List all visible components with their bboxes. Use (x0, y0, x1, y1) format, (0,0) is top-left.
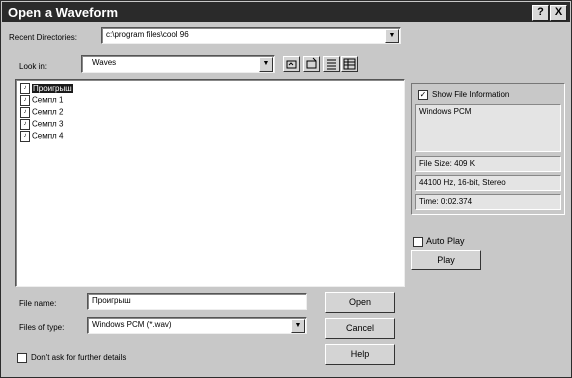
wave-file-icon: ♪ (20, 119, 30, 130)
audio-format-info: 44100 Hz, 16-bit, Stereo (415, 175, 561, 191)
recent-directories-label: Recent Directories: (9, 33, 78, 42)
list-item[interactable]: ♪ Семпл 1 (20, 95, 64, 106)
cancel-button[interactable]: Cancel (325, 318, 395, 339)
file-size-info: File Size: 409 K (415, 156, 561, 172)
files-of-type-label: Files of type: (19, 323, 65, 332)
chevron-down-icon[interactable]: ▼ (259, 57, 273, 72)
look-in-label: Look in: (19, 62, 48, 71)
time-info: Time: 0:02.374 (415, 194, 561, 210)
file-name-label: File name: (19, 299, 57, 308)
files-of-type-value: Windows PCM (*.wav) (92, 320, 172, 329)
wave-file-icon: ♪ (20, 131, 30, 142)
wave-file-icon: ♪ (20, 83, 30, 94)
format-text: Windows PCM (419, 107, 472, 116)
look-in-value: Waves (92, 58, 117, 67)
recent-directories-combo[interactable]: c:\program files\cool 96 ▼ (101, 27, 401, 44)
file-name: Семпл 4 (32, 131, 64, 141)
file-size-text: File Size: 409 K (419, 159, 476, 168)
dialog-title: Open a Waveform (8, 5, 119, 20)
new-folder-icon[interactable] (303, 56, 320, 72)
list-item[interactable]: ♪ Проигрыш (20, 83, 73, 94)
recent-directories-value: c:\program files\cool 96 (106, 30, 189, 39)
list-view-icon[interactable] (323, 56, 340, 72)
files-of-type-combo[interactable]: Windows PCM (*.wav) ▼ (87, 317, 307, 334)
up-folder-icon[interactable] (283, 56, 300, 72)
time-text: Time: 0:02.374 (419, 197, 473, 206)
format-info: Windows PCM (415, 104, 561, 152)
dont-ask-checkbox[interactable] (17, 353, 27, 363)
look-in-combo[interactable]: Waves ▼ (81, 55, 275, 73)
auto-play-checkbox[interactable] (413, 237, 423, 247)
dont-ask-label: Don't ask for further details (31, 353, 127, 362)
play-button[interactable]: Play (411, 250, 481, 270)
chevron-down-icon[interactable]: ▼ (291, 319, 305, 333)
wave-file-icon: ♪ (20, 95, 30, 106)
list-item[interactable]: ♪ Семпл 4 (20, 131, 64, 142)
show-info-checkbox[interactable]: ✓ (418, 90, 428, 100)
list-item[interactable]: ♪ Семпл 2 (20, 107, 64, 118)
file-name: Проигрыш (32, 83, 73, 93)
file-name: Семпл 3 (32, 119, 64, 129)
audio-format-text: 44100 Hz, 16-bit, Stereo (419, 178, 506, 187)
file-name: Семпл 2 (32, 107, 64, 117)
title-bar: Open a Waveform ? X (2, 2, 570, 22)
open-waveform-dialog: Open a Waveform ? X Recent Directories: … (0, 0, 572, 378)
help-button[interactable]: Help (325, 344, 395, 365)
file-list[interactable]: ♪ Проигрыш ♪ Семпл 1 ♪ Семпл 2 ♪ Семпл 3 ♪ Се… (15, 79, 405, 287)
file-name: Семпл 1 (32, 95, 64, 105)
auto-play-label: Auto Play (426, 236, 465, 246)
open-button[interactable]: Open (325, 292, 395, 313)
wave-file-icon: ♪ (20, 107, 30, 118)
file-name-value: Проигрыш (92, 296, 131, 305)
file-name-input[interactable]: Проигрыш (87, 293, 307, 310)
show-info-label: Show File Information (432, 90, 510, 99)
help-question-button[interactable]: ? (532, 5, 549, 21)
list-item[interactable]: ♪ Семпл 3 (20, 119, 64, 130)
chevron-down-icon[interactable]: ▼ (385, 29, 399, 43)
details-view-icon[interactable] (341, 56, 358, 72)
close-button[interactable]: X (550, 5, 567, 21)
file-info-panel: ✓ Show File Information Windows PCM File… (411, 83, 565, 215)
